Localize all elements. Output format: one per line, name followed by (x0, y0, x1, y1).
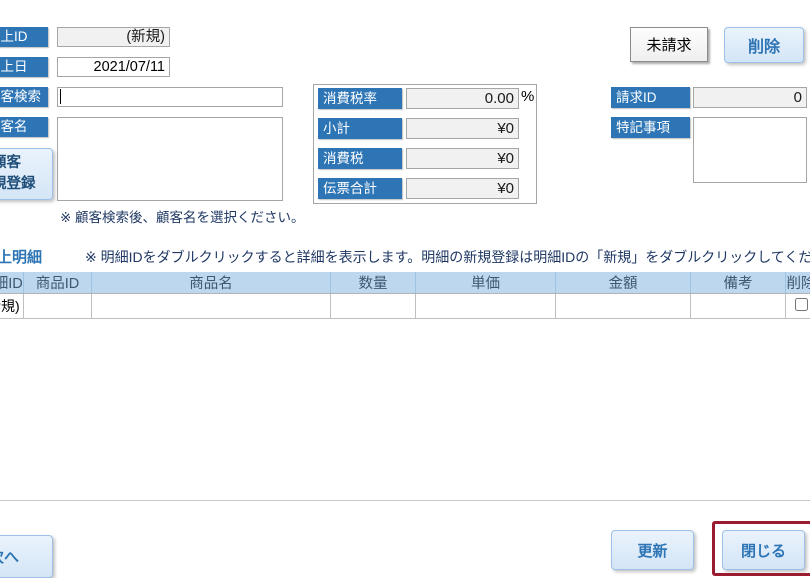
customer-name-label: 顧客名 (0, 117, 48, 137)
detail-section-note: ※ 明細IDをダブルクリックすると詳細を表示します。明細の新規登録は明細IDの「… (85, 247, 810, 267)
total-label: 伝票合計 (318, 178, 402, 199)
sales-id-label: 売上ID (0, 27, 48, 47)
col-header-amount: 金額 (556, 272, 691, 294)
cell-delete (786, 294, 810, 319)
text-caret (60, 89, 61, 104)
detail-section-title: 売上明細 (0, 246, 42, 267)
detail-header-row: 明細ID 商品ID 商品名 数量 単価 金額 備考 削除 (0, 272, 810, 294)
update-button[interactable]: 更新 (611, 530, 694, 570)
tax-rate-label: 消費税率 (318, 88, 402, 109)
new-customer-button[interactable]: 顧客 新規登録 (0, 148, 53, 200)
cell-product-id[interactable] (24, 294, 92, 319)
new-customer-button-label: 顧客 新規登録 (0, 153, 36, 195)
sales-date-label: 売上日 (0, 57, 48, 77)
footer-divider (0, 500, 810, 501)
col-header-quantity: 数量 (331, 272, 416, 294)
customer-note: ※ 顧客検索後、顧客名を選択ください。 (60, 206, 305, 226)
next-button[interactable]: 次へ (0, 535, 53, 578)
tax-label: 消費税 (318, 148, 402, 169)
tax-rate-suffix: % (521, 88, 534, 105)
sales-entry-form: { "form": { "sales_id": { "label": "売上ID… (0, 0, 810, 553)
subtotal-field: ¥0 (406, 118, 519, 139)
col-header-unit-price: 単価 (416, 272, 556, 294)
subtotal-label: 小計 (318, 118, 402, 139)
tax-field: ¥0 (406, 148, 519, 169)
cell-remarks[interactable] (691, 294, 786, 319)
col-header-delete: 削除 (786, 272, 810, 294)
customer-search-label: 顧客検索 (0, 87, 48, 107)
special-notes-label: 特記事項 (611, 117, 690, 138)
total-field: ¥0 (406, 178, 519, 199)
col-header-remarks: 備考 (691, 272, 786, 294)
col-header-meisai-id: 明細ID (0, 272, 24, 294)
billing-id-field: 0 (693, 87, 807, 108)
detail-row-new: (新規) (0, 294, 810, 319)
cell-meisai-id[interactable]: (新規) (0, 294, 24, 319)
special-notes-textarea[interactable] (693, 117, 807, 183)
cell-quantity[interactable] (331, 294, 416, 319)
delete-button[interactable]: 削除 (724, 27, 804, 63)
customer-name-listbox[interactable] (57, 117, 283, 201)
sales-date-field[interactable]: 2021/07/11 (57, 57, 170, 77)
billing-id-label: 請求ID (611, 87, 690, 108)
customer-search-input[interactable] (57, 87, 283, 107)
cell-amount[interactable] (556, 294, 691, 319)
row-delete-checkbox[interactable] (795, 298, 808, 311)
col-header-product-name: 商品名 (92, 272, 331, 294)
detail-table: 明細ID 商品ID 商品名 数量 単価 金額 備考 削除 (新規) (0, 272, 810, 319)
close-button-highlight (712, 521, 810, 576)
col-header-product-id: 商品ID (24, 272, 92, 294)
tax-rate-field: 0.00 (406, 88, 519, 109)
sales-id-field: (新規) (57, 27, 170, 47)
cell-unit-price[interactable] (416, 294, 556, 319)
cell-product-name[interactable] (92, 294, 331, 319)
unbilled-button[interactable]: 未請求 (630, 27, 708, 62)
